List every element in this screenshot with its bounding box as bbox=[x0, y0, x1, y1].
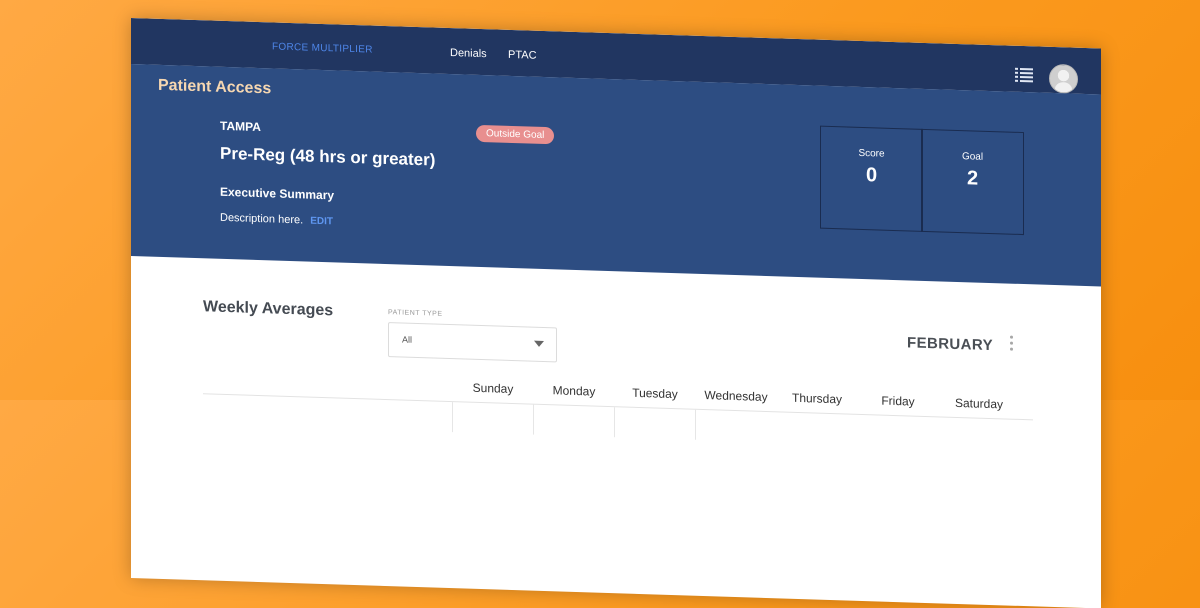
month-label: FEBRUARY bbox=[907, 334, 993, 355]
score-value: 0 bbox=[865, 164, 878, 187]
day-header-sunday: Sunday bbox=[472, 380, 514, 397]
brand-logo[interactable]: FORCE MULTIPLIER bbox=[272, 41, 373, 55]
list-view-icon[interactable] bbox=[1015, 67, 1033, 84]
status-badge: Outside Goal bbox=[476, 124, 555, 145]
more-options-icon[interactable] bbox=[1007, 335, 1015, 354]
patient-access-header: Patient Access TAMPA Outside Goal Pre-Re… bbox=[131, 64, 1101, 287]
description-text: Description here. bbox=[220, 211, 304, 227]
patient-type-label: PATIENT TYPE bbox=[388, 309, 443, 318]
patient-type-value: All bbox=[402, 334, 413, 345]
user-avatar[interactable] bbox=[1049, 63, 1078, 94]
goal-label: Goal bbox=[961, 151, 984, 163]
column-divider bbox=[695, 409, 696, 440]
nav-link-denials[interactable]: Denials bbox=[450, 47, 487, 60]
day-header-tuesday: Tuesday bbox=[632, 385, 678, 402]
nav-link-ptac[interactable]: PTAC bbox=[508, 49, 537, 62]
column-divider bbox=[614, 407, 615, 438]
goal-value: 2 bbox=[966, 167, 979, 190]
day-header-saturday: Saturday bbox=[954, 395, 1004, 412]
patient-type-select[interactable]: All bbox=[388, 322, 557, 363]
metric-name: Pre-Reg (48 hrs or greater) bbox=[220, 143, 436, 170]
day-header-friday: Friday bbox=[881, 393, 915, 409]
edit-link[interactable]: EDIT bbox=[310, 216, 333, 228]
weekly-averages-title: Weekly Averages bbox=[203, 298, 334, 320]
executive-summary-title: Executive Summary bbox=[220, 184, 335, 203]
column-divider bbox=[533, 404, 534, 435]
column-divider bbox=[452, 402, 453, 433]
day-header-thursday: Thursday bbox=[791, 390, 843, 407]
score-label: Score bbox=[858, 147, 885, 160]
summary-description: Description here. EDIT bbox=[220, 212, 333, 228]
chevron-down-icon bbox=[534, 340, 544, 347]
day-header-monday: Monday bbox=[552, 383, 596, 399]
goal-card: Goal 2 bbox=[921, 128, 1024, 236]
score-card: Score 0 bbox=[820, 125, 923, 232]
section-title: Patient Access bbox=[158, 76, 272, 98]
app-window: FORCE MULTIPLIER Denials PTAC Patient Ac… bbox=[131, 18, 1101, 608]
day-header-wednesday: Wednesday bbox=[704, 388, 768, 405]
location-label: TAMPA bbox=[220, 118, 261, 135]
